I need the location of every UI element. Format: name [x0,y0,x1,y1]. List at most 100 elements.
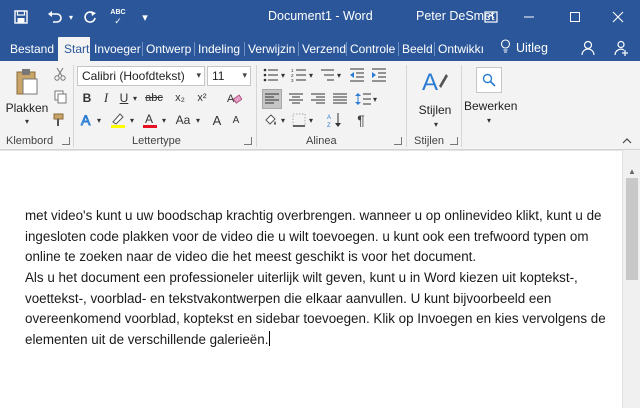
show-formatting-marks-icon[interactable]: ¶ [352,111,370,129]
tab-verzendlijsten[interactable]: Verzendl [298,37,346,61]
tab-bestand[interactable]: Bestand [4,37,58,61]
chevron-down-icon: ▾ [196,70,201,80]
justify-button[interactable] [330,89,350,109]
align-center-button[interactable] [286,89,306,109]
styles-dropdown-icon[interactable]: ▾ [431,119,441,129]
tell-me-label: Uitleg [516,40,548,55]
scissors-icon[interactable] [52,65,68,83]
bullets-icon[interactable] [262,66,280,84]
change-case-button[interactable]: Aa [172,111,194,129]
styles-label[interactable]: Stijlen [414,103,456,117]
sort-icon[interactable]: AZ [326,111,344,129]
tab-ontwerp[interactable]: Ontwerp [142,37,194,61]
shading-icon[interactable] [262,111,280,129]
clear-formatting-icon[interactable]: A [224,89,244,107]
grow-font-button[interactable]: A [208,111,226,129]
redo-icon[interactable] [80,0,100,34]
paste-label[interactable]: Plakken [3,101,51,115]
underline-dropdown-icon[interactable]: ▾ [131,92,139,104]
font-color-dropdown-icon[interactable]: ▾ [160,114,168,126]
strikethrough-button[interactable]: abc [142,89,166,107]
tab-start[interactable]: Start [58,37,90,61]
scroll-thumb[interactable] [626,178,638,280]
highlight-color-icon[interactable] [108,111,128,129]
tab-indeling[interactable]: Indeling [194,37,244,61]
underline-button[interactable]: U [116,89,132,107]
styles-launcher-icon[interactable] [450,137,458,145]
account-icon[interactable] [580,34,596,61]
text-cursor [269,330,271,346]
title-bar: ▾ ABC ✓ ▾ Document1 - Word Peter DeSmet [0,0,640,34]
document-paragraph[interactable]: met video's kunt u uw boodschap krachtig… [25,206,621,268]
editing-label[interactable]: Bewerken [464,99,517,113]
clipboard-group-label: Klembord [6,135,54,147]
tab-controleren[interactable]: Controle [346,37,398,61]
clipboard-launcher-icon[interactable] [62,137,70,145]
paragraph-launcher-icon[interactable] [394,137,402,145]
page-top-edge [0,150,622,151]
tab-invoegen[interactable]: Invoeger [90,37,142,61]
shrink-font-button[interactable]: A [228,111,244,129]
tell-me-box[interactable]: Uitleg [500,34,548,61]
highlight-dropdown-icon[interactable]: ▾ [128,114,136,126]
editing-dropdown-icon[interactable]: ▾ [484,115,494,125]
increase-indent-icon[interactable] [370,66,388,84]
ribbon: Plakken ▾ Klembord Calibri (Hoofdtekst) … [0,61,640,150]
borders-icon[interactable] [290,111,308,129]
window-title: Document1 - Word [268,9,373,23]
font-color-icon[interactable]: A [140,111,160,129]
subscript-button[interactable]: x₂ [170,89,190,107]
numbering-icon[interactable]: 123 [290,66,308,84]
borders-dropdown-icon[interactable]: ▾ [307,114,315,126]
minimize-button[interactable] [506,0,552,34]
line-spacing-dropdown-icon[interactable]: ▾ [371,93,379,105]
close-button[interactable] [596,0,640,34]
format-painter-icon[interactable] [52,111,68,129]
font-name-combo[interactable]: Calibri (Hoofdtekst) ▾ [77,66,205,86]
svg-text:3: 3 [291,78,294,82]
italic-button[interactable]: I [98,89,114,107]
chevron-down-icon[interactable]: ▾ [22,117,32,126]
spelling-icon[interactable]: ABC ✓ [106,0,130,34]
svg-text:A: A [422,69,438,96]
font-size-combo[interactable]: 11 ▾ [207,66,251,86]
tab-ontwikkelaars[interactable]: Ontwikkı [434,37,484,61]
font-launcher-icon[interactable] [244,137,252,145]
numbering-dropdown-icon[interactable]: ▾ [307,69,315,81]
collapse-ribbon-icon[interactable] [620,135,634,147]
save-icon[interactable] [10,0,32,34]
align-left-button[interactable] [262,89,282,109]
decrease-indent-icon[interactable] [348,66,366,84]
multilevel-list-icon[interactable] [318,66,336,84]
align-right-button[interactable] [308,89,328,109]
styles-icon[interactable]: A [418,67,450,99]
font-group-label: Lettertype [132,135,181,147]
bold-button[interactable]: B [78,89,96,107]
text-effects-icon[interactable]: A [78,111,96,129]
font-size-value: 11 [212,69,225,83]
undo-dropdown-icon[interactable]: ▾ [66,0,76,34]
copy-icon[interactable] [52,88,68,106]
scroll-up-icon[interactable]: ▲ [623,164,640,178]
undo-icon[interactable] [44,0,66,34]
multilevel-dropdown-icon[interactable]: ▾ [335,69,343,81]
share-icon[interactable] [613,34,629,61]
ribbon-display-options-icon[interactable] [476,0,506,34]
search-icon[interactable] [476,67,502,93]
bullets-dropdown-icon[interactable]: ▾ [279,69,287,81]
tab-verwijzingen[interactable]: Verwijzin [244,37,298,61]
superscript-button[interactable]: x² [192,89,212,107]
change-case-dropdown-icon[interactable]: ▾ [194,114,202,126]
svg-text:A: A [145,112,153,126]
maximize-button[interactable] [552,0,598,34]
paragraph-group-label: Alinea [306,135,337,147]
clipboard-icon[interactable] [12,67,42,97]
shading-dropdown-icon[interactable]: ▾ [279,114,287,126]
svg-text:Z: Z [327,123,331,128]
customize-quick-access-icon[interactable]: ▾ [138,0,152,34]
line-spacing-icon[interactable] [354,89,372,109]
vertical-scrollbar[interactable]: ▲ [622,150,640,408]
document-paragraph[interactable]: Als u het document een professioneler ui… [25,268,621,350]
text-effects-dropdown-icon[interactable]: ▾ [95,114,103,126]
tab-beeld[interactable]: Beeld [398,37,434,61]
